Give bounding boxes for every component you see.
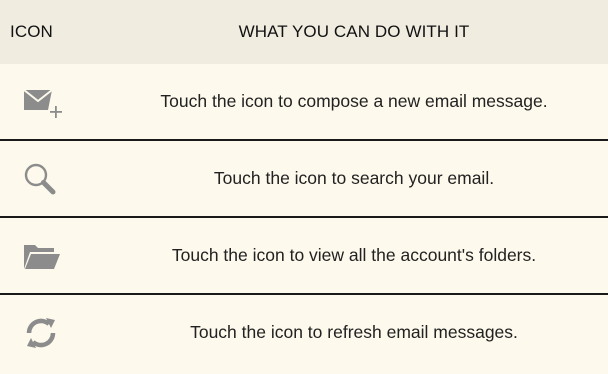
table-row: Touch the icon to refresh email messages… — [0, 295, 608, 372]
table-header: ICON WHAT YOU CAN DO WITH IT — [0, 0, 608, 64]
table-row: Touch the icon to view all the account's… — [0, 218, 608, 295]
row-description: Touch the icon to compose a new email me… — [160, 91, 548, 111]
refresh-icon — [22, 295, 82, 370]
row-description: Touch the icon to view all the account's… — [171, 245, 537, 265]
row-description: Touch the icon to refresh email messages… — [190, 322, 518, 342]
compose-email-icon — [22, 64, 82, 139]
icon-reference-table: ICON WHAT YOU CAN DO WITH IT Touch the i… — [0, 0, 608, 374]
table-row: Touch the icon to search your email. — [0, 141, 608, 218]
header-icon-column: ICON — [10, 22, 53, 41]
folder-icon — [22, 218, 82, 293]
row-description: Touch the icon to search your email. — [213, 168, 495, 188]
table-row: Touch the icon to compose a new email me… — [0, 64, 608, 141]
search-icon — [22, 141, 82, 216]
header-description-column: WHAT YOU CAN DO WITH IT — [238, 22, 470, 41]
